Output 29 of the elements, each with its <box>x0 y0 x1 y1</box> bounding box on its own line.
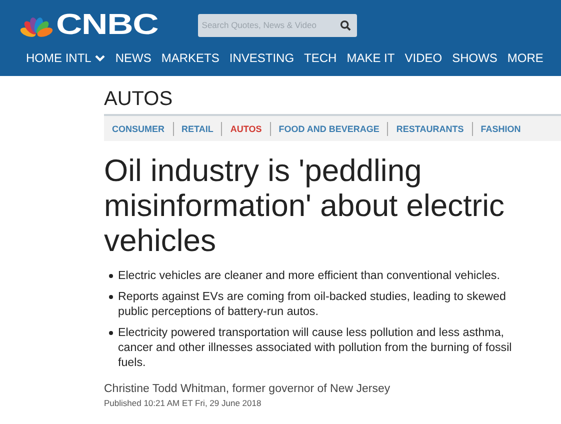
nav-link[interactable]: HOME INTL <box>26 51 106 65</box>
nav-link[interactable]: SHOWS <box>452 51 498 65</box>
bullet-icon <box>109 274 113 278</box>
search-input[interactable]: Search Quotes, News & Video <box>202 20 340 30</box>
headline: Oil industry is 'peddling misinformation' about electric vehicles <box>104 153 506 258</box>
subnav-link[interactable]: CONSUMER <box>112 124 165 134</box>
subnav-link[interactable]: AUTOS <box>230 124 262 134</box>
section-title: AUTOS <box>104 88 174 111</box>
nav-link[interactable]: NEWS <box>115 51 152 65</box>
search-icon[interactable] <box>340 20 351 30</box>
byline: Christine Todd Whitman, former governor of New Jersey <box>104 383 392 395</box>
bullet-icon <box>109 331 113 335</box>
nav-link[interactable]: MORE <box>507 51 544 65</box>
search-field[interactable]: Search Quotes, News & Video <box>198 14 357 36</box>
publish-date: Published 10:21 AM ET Fri, 29 June 2018 <box>104 398 262 408</box>
nav-link[interactable]: MARKETS <box>161 51 220 65</box>
subnav-link[interactable]: RESTAURANTS <box>396 124 464 134</box>
nav-link[interactable]: MAKE IT <box>346 51 395 65</box>
nav-link[interactable]: VIDEO <box>404 51 442 65</box>
subnav-link[interactable]: FASHION <box>480 124 521 134</box>
nav-link[interactable]: INVESTING <box>229 51 294 65</box>
subnav-link[interactable]: FOOD AND BEVERAGE <box>278 124 380 134</box>
cnbc-logo[interactable]: CNBC <box>56 8 158 42</box>
bullet-text: Reports against EVs are coming from oil-backed studies, leading to skewed public perceptions of battery-run autos. <box>118 289 507 319</box>
bullet-icon <box>109 295 113 299</box>
nav-link[interactable]: TECH <box>304 51 337 65</box>
bullet-text: Electric vehicles are cleaner and more efficient than conventional vehicles. <box>118 268 500 283</box>
subnav-link[interactable]: RETAIL <box>182 124 214 134</box>
bullet-text: Electricity powered transportation will cause less pollution and less asthma, cancer and other illnesses associated with pollution from the burning of fossil fuels. <box>118 325 513 370</box>
